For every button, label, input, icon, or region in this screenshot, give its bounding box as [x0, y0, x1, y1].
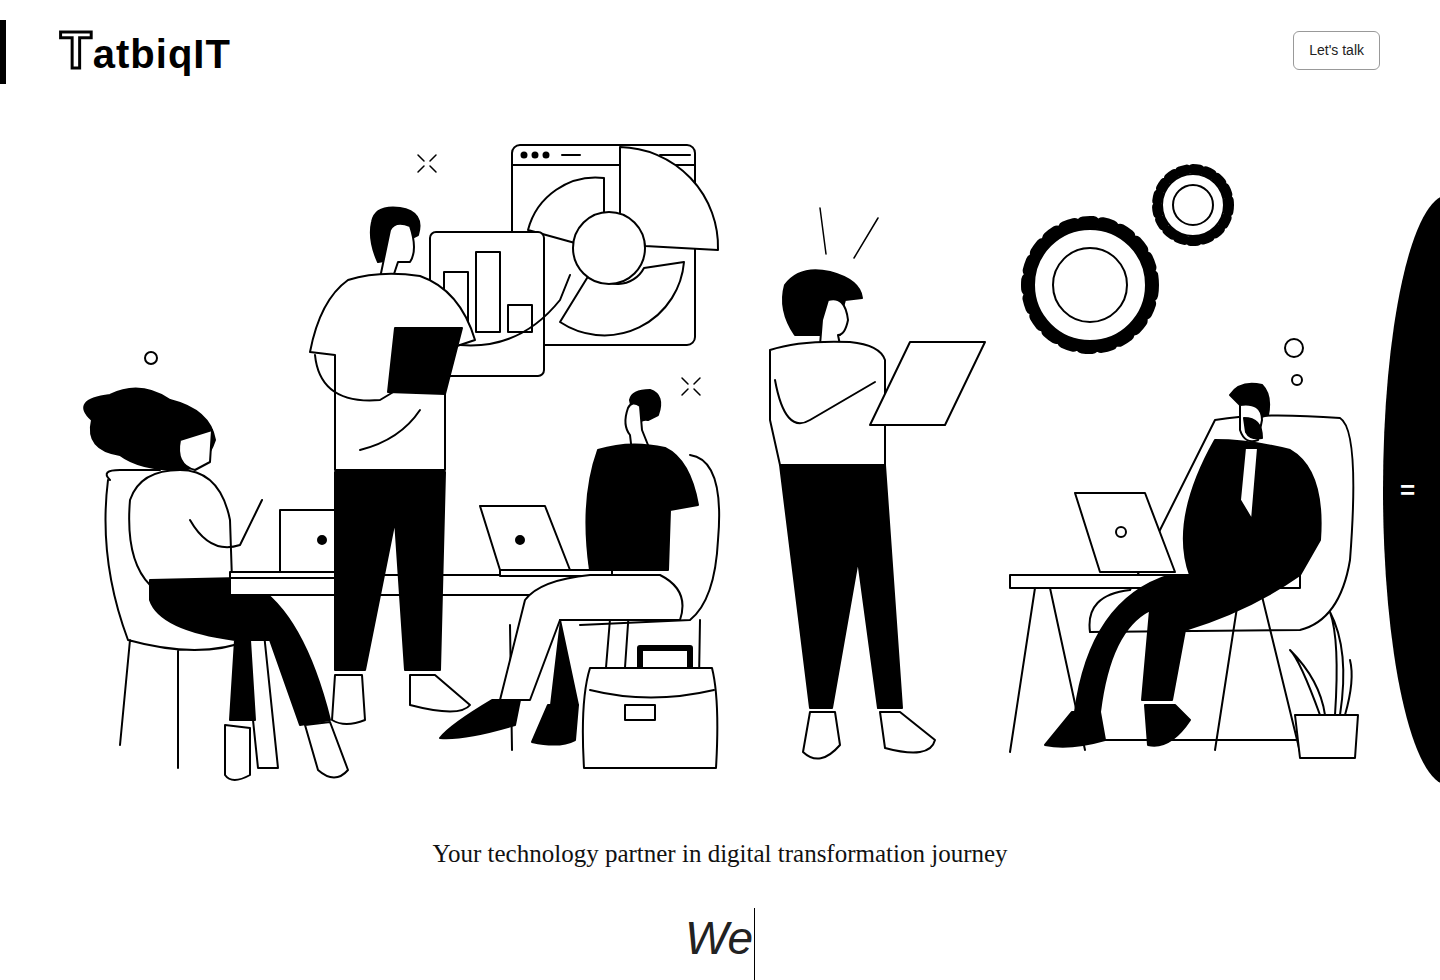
page: T atbiqIT Let's talk [0, 0, 1440, 980]
menu-toggle[interactable]: = [1383, 195, 1440, 785]
edge-bar [0, 20, 6, 84]
typed-text: We [685, 908, 753, 968]
menu-icon[interactable]: = [1400, 477, 1415, 503]
hero-text: Your technology partner in digital trans… [0, 800, 1440, 980]
team-illustration-icon [0, 100, 1440, 800]
lets-talk-button[interactable]: Let's talk [1293, 31, 1380, 70]
logo-text[interactable]: atbiqIT [93, 34, 231, 76]
hero-illustration [0, 100, 1440, 800]
logo-mark[interactable]: T [60, 24, 92, 76]
text-cursor [754, 908, 755, 980]
tagline: Your technology partner in digital trans… [432, 838, 1007, 870]
typed-line: We [685, 888, 755, 980]
logo[interactable]: T atbiqIT [60, 24, 231, 76]
header: T atbiqIT Let's talk [0, 0, 1440, 100]
